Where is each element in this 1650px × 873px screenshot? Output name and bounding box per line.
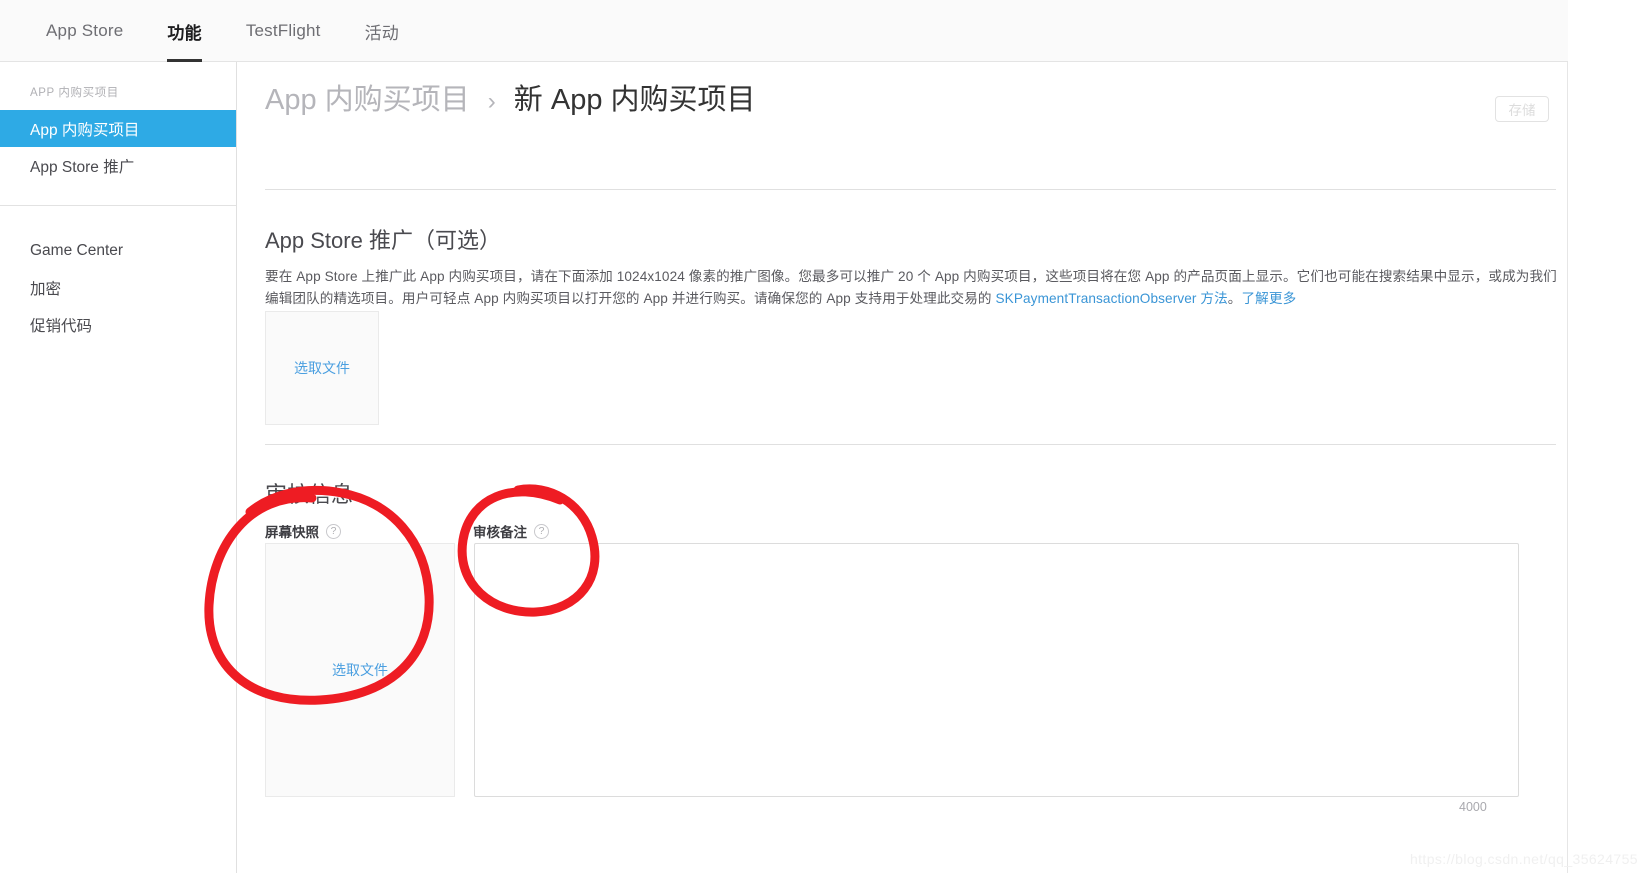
tab-activity[interactable]: 活动 [343,0,421,62]
promotion-description-text-2: 。 [1227,291,1242,306]
sidebar-item-promo-codes-label: 促销代码 [30,317,93,335]
sidebar-group-secondary: Game Center 加密 促销代码 [0,232,236,343]
right-blank-strip [1568,0,1650,873]
sidebar-section-title: APP 内购买项目 [30,87,119,99]
tab-activity-label: 活动 [364,23,399,43]
save-button[interactable]: 存储 [1495,96,1549,122]
sidebar-item-in-app-purchases-label: App 内购买项目 [30,121,140,139]
review-notes-field-label-text: 审核备注 [473,525,527,540]
page-root: App Store 功能 TestFlight 活动 APP 内购买项目 App… [0,0,1650,873]
breadcrumb-parent-link[interactable]: App 内购买项目 [265,84,470,116]
sidebar-item-game-center-label: Game Center [30,241,124,259]
main-content: App 内购买项目 › 新 App 内购买项目 存储 App Store 推广（… [237,62,1568,873]
tab-features[interactable]: 功能 [145,0,223,62]
sidebar-item-encryption[interactable]: 加密 [0,269,236,306]
breadcrumb-separator-icon: › [487,88,496,115]
review-notes-field-label: 审核备注 ? [473,521,549,541]
tab-testflight[interactable]: TestFlight [224,0,343,62]
screenshot-file-picker[interactable]: 选取文件 [265,543,455,797]
learn-more-link[interactable]: 了解更多 [1241,291,1296,306]
help-icon[interactable]: ? [326,523,341,539]
tab-features-label: 功能 [167,23,202,43]
save-button-label: 存储 [1508,103,1536,118]
watermark-text: https://blog.csdn.net/qq_35624755 [1409,851,1638,867]
review-notes-textarea[interactable] [474,543,1519,797]
sidebar-divider [0,205,236,206]
section-divider [265,444,1556,445]
screenshot-field-label-text: 屏幕快照 [265,525,319,540]
promotion-description-text-1: 要在 App Store 上推广此 App 内购买项目，请在下面添加 1024x… [265,269,1557,306]
tab-app-store-label: App Store [46,21,124,40]
breadcrumb: App 内购买项目 › 新 App 内购买项目 [265,80,756,122]
sidebar-item-promo-codes[interactable]: 促销代码 [0,306,236,343]
sidebar: APP 内购买项目 App 内购买项目 App Store 推广 Game Ce… [0,62,237,873]
tab-app-store[interactable]: App Store [24,0,145,62]
page-title: 新 App 内购买项目 [513,84,756,116]
promotion-image-file-picker[interactable]: 选取文件 [265,311,379,425]
screenshot-field-label: 屏幕快照 ? [265,521,341,541]
sidebar-item-app-store-promotion-label: App Store 推广 [30,158,135,176]
tab-testflight-label: TestFlight [245,21,321,40]
promotion-section-title: App Store 推广（可选） [265,228,501,253]
screenshot-choose-file-label: 选取文件 [332,662,388,678]
skpaymenttransactionobserver-link[interactable]: SKPaymentTransactionObserver 方法 [996,291,1228,306]
sidebar-item-in-app-purchases[interactable]: App 内购买项目 [0,110,236,147]
review-section-title: 审核信息 [265,482,354,507]
sidebar-item-encryption-label: 加密 [30,280,62,298]
promotion-description: 要在 App Store 上推广此 App 内购买项目，请在下面添加 1024x… [265,266,1559,310]
header-divider [265,189,1556,190]
top-navigation-bar: App Store 功能 TestFlight 活动 [0,0,1568,62]
review-notes-character-limit: 4000 [1459,800,1487,814]
sidebar-item-game-center[interactable]: Game Center [0,232,236,269]
sidebar-item-app-store-promotion[interactable]: App Store 推广 [0,147,236,184]
promotion-choose-file-label: 选取文件 [294,360,350,376]
help-icon[interactable]: ? [534,523,549,539]
